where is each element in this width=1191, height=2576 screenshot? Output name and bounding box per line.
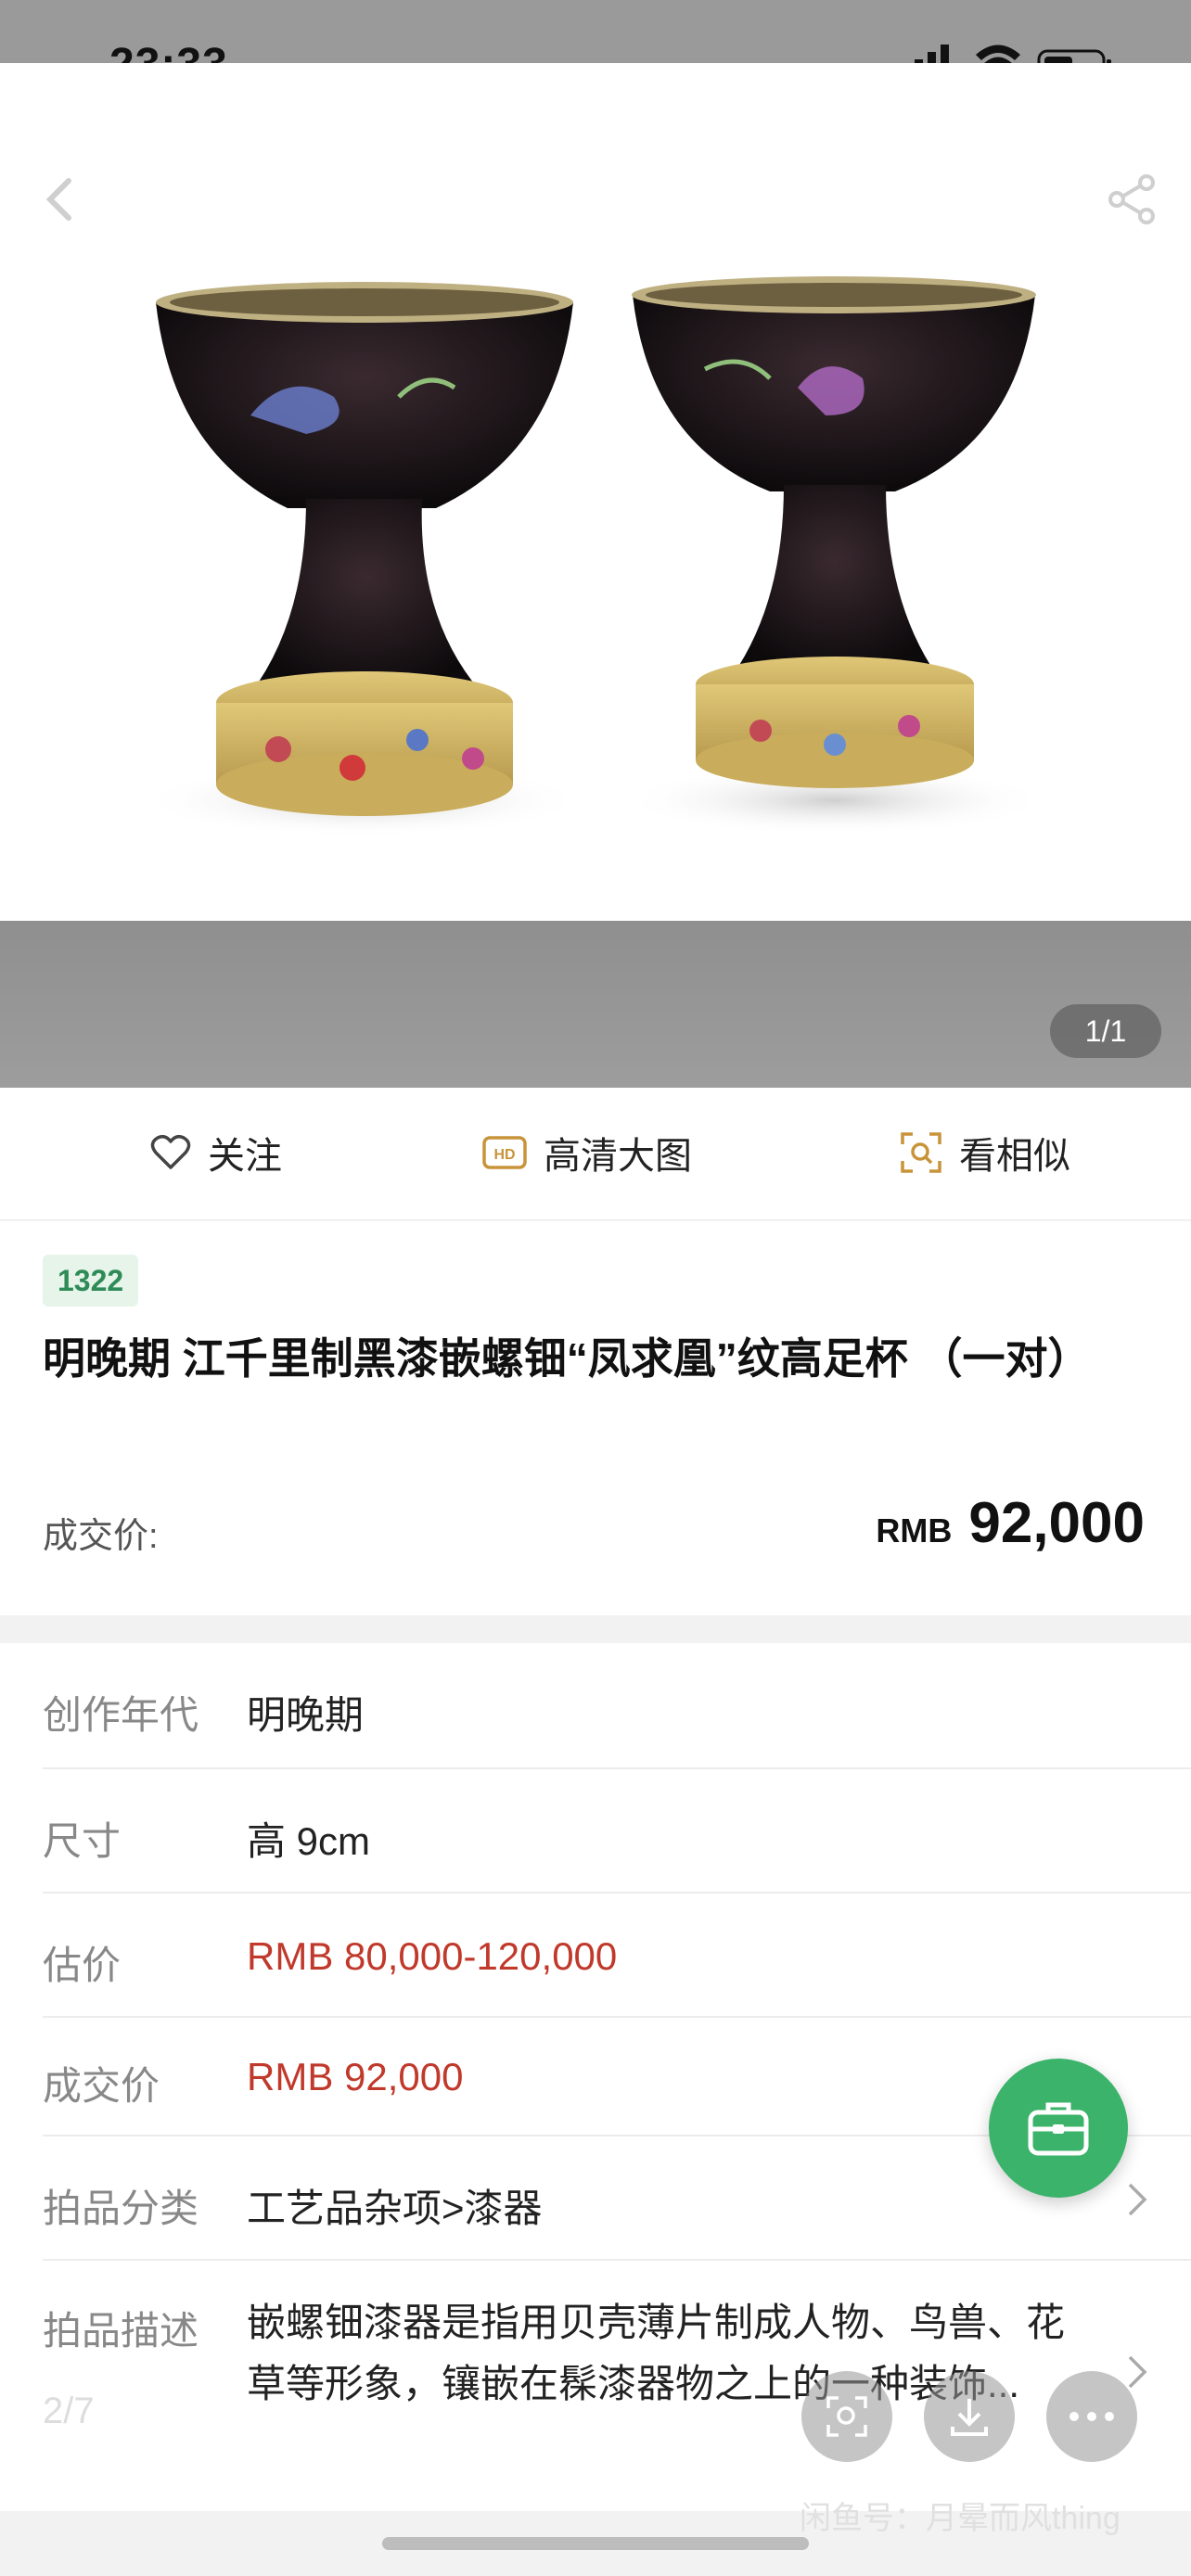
detail-label: 拍品描述 [43, 2309, 199, 2353]
detail-row-period: 创作年代 明晚期 [43, 1643, 1191, 1769]
visual-search-button[interactable] [801, 2371, 892, 2462]
detail-row-size: 尺寸 高 9cm [43, 1769, 1191, 1894]
back-chevron-icon[interactable] [37, 172, 83, 227]
image-counter: 1/1 [1050, 1004, 1161, 1058]
detail-row-estimate: 估价 RMB 80,000-120,000 [43, 1894, 1191, 2018]
chevron-right-icon [1128, 2183, 1147, 2216]
detail-label: 创作年代 [43, 1693, 199, 1737]
page-indicator: 2/7 [43, 2391, 95, 2431]
product-image[interactable] [0, 63, 1191, 921]
svg-text:HD: HD [493, 1147, 515, 1163]
scan-icon [826, 2396, 867, 2437]
hd-image-button[interactable]: HD 高清大图 [482, 1125, 692, 1180]
follow-label: 关注 [208, 1136, 282, 1177]
lot-summary-card: 1322 明晚期 江千里制黑漆嵌螺钿“凤求凰”纹高足杯 （一对） 成交价: RM… [0, 1221, 1191, 1615]
deal-price-label: 成交价: [43, 1517, 159, 1556]
lacquer-stem-cups-illustration [139, 276, 1048, 837]
download-icon [951, 2399, 988, 2436]
detail-value: 高 9cm [247, 1819, 371, 1863]
more-button[interactable] [1046, 2371, 1137, 2462]
chevron-right-icon [1128, 2355, 1147, 2389]
deal-price: RMB 92,000 [876, 1490, 1145, 1556]
hd-image-label: 高清大图 [544, 1136, 692, 1177]
action-bar: 关注 HD 高清大图 看相似 [0, 1088, 1191, 1220]
heart-icon [150, 1134, 191, 1169]
more-dots-icon [1069, 2412, 1114, 2421]
detail-label: 拍品分类 [43, 2187, 199, 2230]
find-similar-label: 看相似 [959, 1136, 1070, 1177]
watermark-text: 闲鱼号：月晕而风thing [800, 2501, 1121, 2536]
detail-value: 工艺品杂项>漆器 [247, 2187, 543, 2230]
hd-icon: HD [482, 1136, 527, 1169]
toolbox-fab-button[interactable] [989, 2059, 1128, 2198]
deal-currency: RMB [876, 1511, 953, 1549]
lot-title: 明晚期 江千里制黑漆嵌螺钿“凤求凰”纹高足杯 （一对） [43, 1334, 1091, 1383]
deal-amount: 92,000 [968, 1491, 1145, 1555]
detail-label: 尺寸 [43, 1819, 122, 1863]
detail-value: RMB 92,000 [247, 2055, 464, 2098]
image-gallery-backdrop [0, 921, 1191, 1088]
scan-search-icon [901, 1132, 941, 1173]
detail-value: RMB 80,000-120,000 [247, 1934, 618, 1978]
briefcase-icon [1028, 2102, 1089, 2156]
share-icon[interactable] [1104, 172, 1159, 227]
download-button[interactable] [924, 2371, 1015, 2462]
home-indicator[interactable] [382, 2537, 809, 2550]
detail-label: 成交价 [43, 2064, 160, 2108]
detail-label: 估价 [43, 1944, 122, 1987]
lot-number-badge: 1322 [43, 1255, 139, 1307]
detail-row-description[interactable]: 拍品描述 2/7 嵌螺钿漆器是指用贝壳薄片制成人物、鸟兽、花草等形象，镶嵌在髹漆… [43, 2261, 1191, 2511]
detail-value: 明晚期 [247, 1693, 365, 1737]
follow-button[interactable]: 关注 [150, 1125, 282, 1180]
find-similar-button[interactable]: 看相似 [900, 1125, 1070, 1180]
